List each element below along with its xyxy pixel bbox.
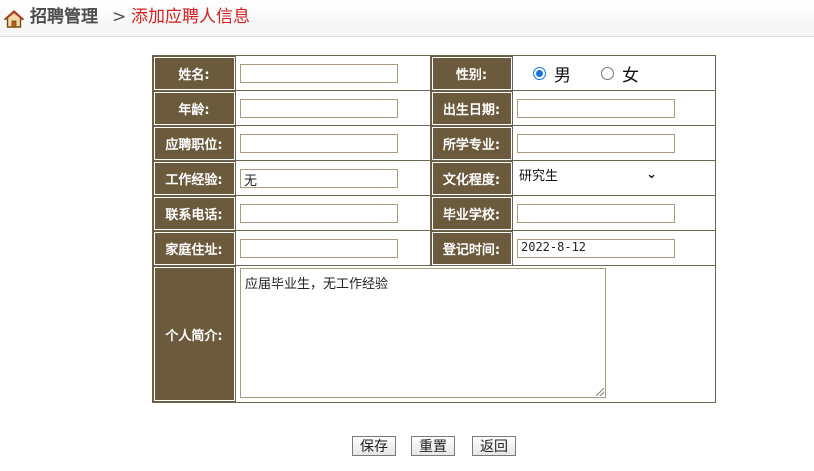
- breadcrumb-separator: >: [112, 7, 127, 27]
- address-label: 家庭住址:: [153, 231, 236, 266]
- reset-button[interactable]: 重置: [411, 436, 455, 456]
- age-cell: [236, 91, 431, 126]
- education-cell: 研究生 ⌄: [513, 161, 715, 196]
- name-input[interactable]: [240, 63, 398, 83]
- phone-label: 联系电话:: [153, 196, 236, 231]
- name-label: 姓名:: [153, 56, 236, 91]
- page-title: 添加应聘人信息: [131, 7, 250, 27]
- resize-grip-icon[interactable]: [596, 388, 604, 396]
- back-button[interactable]: 返回: [472, 436, 516, 456]
- experience-label: 工作经验:: [153, 161, 236, 196]
- experience-cell: 无: [236, 161, 431, 196]
- major-cell: [513, 126, 715, 161]
- birth-date-label: 出生日期:: [431, 91, 513, 126]
- save-button[interactable]: 保存: [352, 436, 396, 456]
- intro-text: 应届毕业生，无工作经验: [245, 277, 389, 292]
- position-input[interactable]: [240, 133, 398, 153]
- register-time-cell: 2022-8-12: [513, 231, 715, 266]
- education-label: 文化程度:: [431, 161, 513, 196]
- applicant-form: 姓名: 性别: 男 女 年龄: 出生日期: 应聘职位: 所学专业: 工作经验: …: [152, 55, 716, 403]
- phone-cell: [236, 196, 431, 231]
- gender-female-radio[interactable]: [601, 66, 614, 80]
- major-label: 所学专业:: [431, 126, 513, 161]
- intro-cell: 应届毕业生，无工作经验: [236, 266, 715, 402]
- register-time-label: 登记时间:: [431, 231, 513, 266]
- gender-radio-group: 男 女: [515, 61, 715, 86]
- intro-textarea[interactable]: 应届毕业生，无工作经验: [240, 268, 606, 398]
- name-cell: [236, 56, 431, 91]
- gender-cell: 男 女: [513, 56, 715, 91]
- gender-female-label[interactable]: 女: [622, 61, 639, 86]
- register-time-input[interactable]: 2022-8-12: [517, 238, 675, 258]
- chevron-down-icon: ⌄: [646, 166, 657, 182]
- address-cell: [236, 231, 431, 266]
- age-input[interactable]: [240, 98, 398, 118]
- intro-label: 个人简介:: [153, 266, 236, 402]
- birth-date-input[interactable]: [517, 98, 675, 118]
- position-label: 应聘职位:: [153, 126, 236, 161]
- school-input[interactable]: [517, 203, 675, 223]
- breadcrumb-section[interactable]: 招聘管理: [30, 6, 98, 28]
- gender-label: 性别:: [431, 56, 513, 91]
- gender-male-radio[interactable]: [533, 66, 546, 80]
- school-label: 毕业学校:: [431, 196, 513, 231]
- education-selected-value: 研究生: [519, 168, 559, 184]
- school-cell: [513, 196, 715, 231]
- birth-date-cell: [513, 91, 715, 126]
- gender-male-label[interactable]: 男: [554, 61, 571, 86]
- education-select[interactable]: 研究生 ⌄: [519, 162, 659, 186]
- experience-input[interactable]: 无: [240, 168, 398, 189]
- phone-input[interactable]: [240, 203, 398, 223]
- age-label: 年龄:: [153, 91, 236, 126]
- breadcrumb: 招聘管理 > 添加应聘人信息: [0, 0, 814, 37]
- major-input[interactable]: [517, 133, 675, 153]
- position-cell: [236, 126, 431, 161]
- address-input[interactable]: [240, 238, 398, 258]
- home-icon: [4, 10, 24, 28]
- page: 招聘管理 > 添加应聘人信息 姓名: 性别: 男 女 年龄: 出生日期: 应聘职…: [0, 0, 814, 471]
